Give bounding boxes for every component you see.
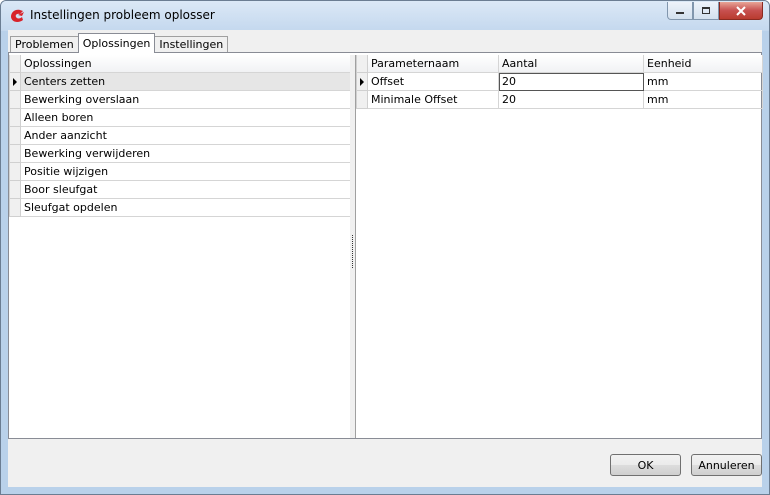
parameters-grid[interactable]: Parameternaam Aantal Eenheid Offset 20 m… xyxy=(355,55,763,438)
row-header-corner xyxy=(356,55,368,73)
current-row-arrow-icon xyxy=(13,77,17,86)
solution-cell[interactable]: Positie wijzigen xyxy=(20,162,351,181)
table-row[interactable]: Bewerking overslaan xyxy=(9,90,351,109)
maximize-icon xyxy=(702,7,710,14)
solution-cell[interactable]: Alleen boren xyxy=(20,108,351,127)
param-unit-cell[interactable]: mm xyxy=(643,90,763,109)
dialog-window: Instellingen probleem oplosser Problemen… xyxy=(0,0,770,495)
solution-cell[interactable]: Centers zetten xyxy=(20,72,351,91)
param-value-cell[interactable]: 20 xyxy=(498,90,644,109)
row-header[interactable] xyxy=(9,90,21,109)
tab-strip: Problemen Oplossingen Instellingen xyxy=(10,33,229,53)
close-button[interactable] xyxy=(719,2,763,20)
table-row[interactable]: Minimale Offset 20 mm xyxy=(356,90,763,109)
table-row[interactable]: Boor sleufgat xyxy=(9,180,351,199)
table-row[interactable]: Sleufgat opdelen xyxy=(9,198,351,217)
table-row[interactable]: Bewerking verwijderen xyxy=(9,144,351,163)
param-value-cell[interactable]: 20 xyxy=(498,72,644,91)
row-header-corner xyxy=(9,55,21,73)
row-header-selected[interactable] xyxy=(9,72,21,91)
param-name-cell[interactable]: Offset xyxy=(367,72,499,91)
tab-oplossingen[interactable]: Oplossingen xyxy=(77,33,156,53)
row-header[interactable] xyxy=(9,198,21,217)
table-row[interactable]: Offset 20 mm xyxy=(356,72,763,91)
solutions-table: Oplossingen Centers zetten Bewerking ove… xyxy=(9,55,351,217)
column-header-oplossingen[interactable]: Oplossingen xyxy=(20,55,351,73)
app-logo-icon xyxy=(11,9,24,22)
row-header[interactable] xyxy=(9,108,21,127)
solutions-grid[interactable]: Oplossingen Centers zetten Bewerking ove… xyxy=(9,55,351,438)
cancel-button[interactable]: Annuleren xyxy=(691,454,762,476)
column-header-eenheid[interactable]: Eenheid xyxy=(643,55,763,73)
row-header[interactable] xyxy=(9,144,21,163)
row-header[interactable] xyxy=(9,180,21,199)
solution-cell[interactable]: Ander aanzicht xyxy=(20,126,351,145)
param-unit-cell[interactable]: mm xyxy=(643,72,763,91)
solution-cell[interactable]: Bewerking verwijderen xyxy=(20,144,351,163)
table-row[interactable]: Centers zetten xyxy=(9,72,351,91)
row-header[interactable] xyxy=(9,126,21,145)
current-row-arrow-icon xyxy=(360,77,364,86)
row-header[interactable] xyxy=(9,162,21,181)
solution-cell[interactable]: Sleufgat opdelen xyxy=(20,198,351,217)
row-header[interactable] xyxy=(356,90,368,109)
minimize-icon xyxy=(676,11,684,14)
parameters-table: Parameternaam Aantal Eenheid Offset 20 m… xyxy=(356,55,763,109)
table-row[interactable]: Ander aanzicht xyxy=(9,126,351,145)
window-title: Instellingen probleem oplosser xyxy=(30,8,215,22)
solution-cell[interactable]: Bewerking overslaan xyxy=(20,90,351,109)
tab-panel-oplossingen: Oplossingen Centers zetten Bewerking ove… xyxy=(8,52,763,439)
dialog-body: Problemen Oplossingen Instellingen Oplos… xyxy=(8,30,763,487)
param-name-cell[interactable]: Minimale Offset xyxy=(367,90,499,109)
ok-button[interactable]: OK xyxy=(610,454,681,476)
close-icon xyxy=(736,5,746,16)
column-header-aantal[interactable]: Aantal xyxy=(498,55,644,73)
minimize-button[interactable] xyxy=(667,2,693,20)
tab-problemen[interactable]: Problemen xyxy=(10,36,79,53)
row-header-selected[interactable] xyxy=(356,72,368,91)
column-header-parameternaam[interactable]: Parameternaam xyxy=(367,55,499,73)
solution-cell[interactable]: Boor sleufgat xyxy=(20,180,351,199)
table-row[interactable]: Alleen boren xyxy=(9,108,351,127)
maximize-button[interactable] xyxy=(693,2,719,20)
splitter-grip-icon xyxy=(352,235,353,269)
table-row[interactable]: Positie wijzigen xyxy=(9,162,351,181)
title-bar[interactable]: Instellingen probleem oplosser xyxy=(1,1,769,31)
tab-instellingen[interactable]: Instellingen xyxy=(154,36,229,53)
